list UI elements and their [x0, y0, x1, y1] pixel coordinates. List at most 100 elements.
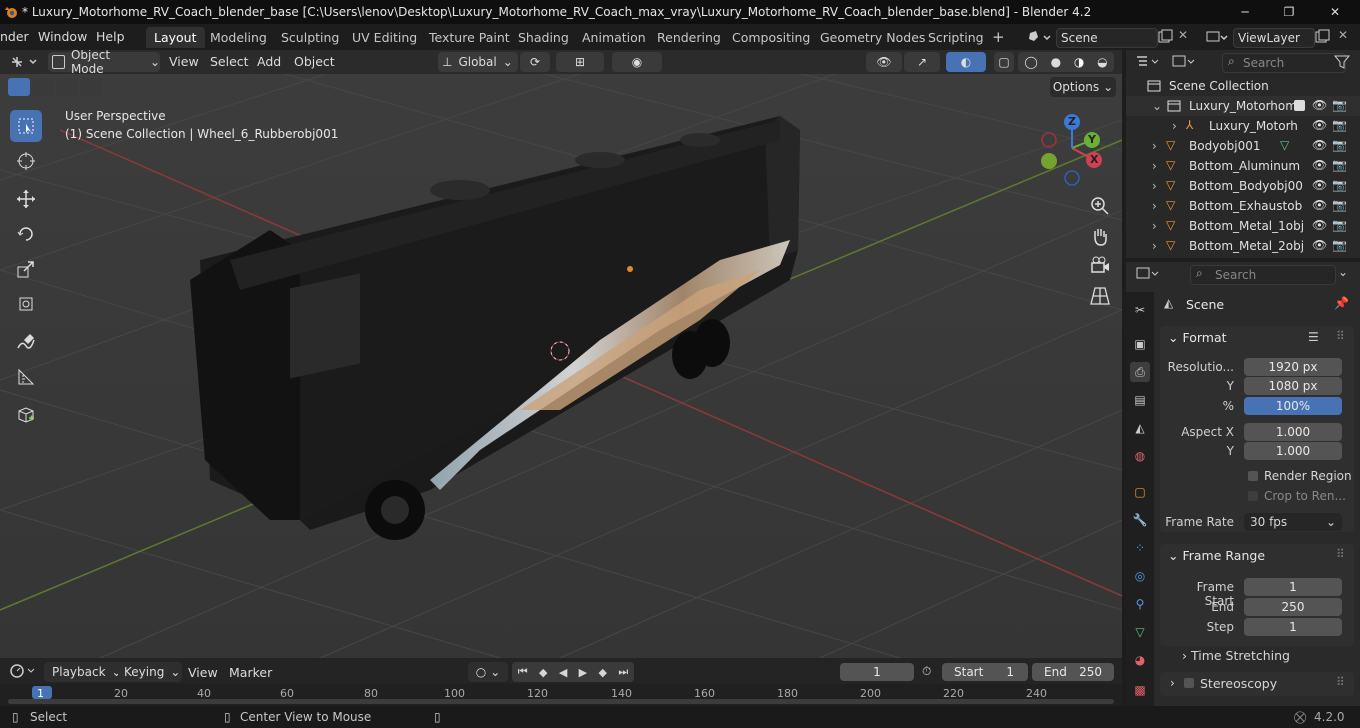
jump-end-icon[interactable]: ⏭ [618, 665, 628, 679]
eye-icon[interactable]: 👁 [1312, 238, 1327, 252]
tab-scripting[interactable]: Scripting [920, 27, 992, 48]
chevron-down-icon[interactable]: ⌄ [1338, 265, 1348, 279]
camera-icon[interactable]: 📷 [1332, 158, 1347, 172]
editor-type-icon[interactable] [8, 53, 44, 71]
eye-icon[interactable]: 👁 [1312, 118, 1327, 132]
keyframe-toggle[interactable]: ○ ⌄ [468, 662, 508, 682]
mode-dropdown[interactable]: Object Mode ⌄ [48, 50, 160, 76]
timeline-ruler[interactable]: 1 20 40 60 80 100 120 140 160 180 200 22… [0, 684, 1122, 706]
camera-icon[interactable]: 📷 [1332, 198, 1347, 212]
eye-icon[interactable]: 👁 [1312, 98, 1327, 112]
add-cube-tool[interactable] [10, 399, 42, 431]
options-dropdown[interactable]: Options ⌄ [1050, 77, 1116, 97]
camera-icon[interactable]: 📷 [1332, 118, 1347, 132]
tab-animation[interactable]: Animation [574, 27, 654, 48]
chevron-right-icon[interactable]: › [1152, 159, 1157, 173]
prev-keyframe-icon[interactable]: ◆ [539, 666, 547, 679]
particles-properties-icon[interactable]: ⁘ [1130, 538, 1150, 558]
outliner-editor-type-icon[interactable] [1134, 53, 1164, 71]
view-layer-browse-icon[interactable] [1203, 27, 1231, 47]
time-stretching-subpanel[interactable]: › Time Stretching [1182, 648, 1290, 663]
chevron-right-icon[interactable]: › [1152, 199, 1157, 213]
jump-start-icon[interactable]: ⏮ [518, 665, 528, 679]
outliner-row-luxury-motorh-empty[interactable]: › ⅄ Luxury_Motorh 👁 📷 [1126, 116, 1360, 136]
texture-properties-icon[interactable]: ▩ [1130, 680, 1150, 700]
current-frame-field[interactable]: 1 [840, 663, 914, 681]
chevron-right-icon[interactable]: › [1152, 239, 1157, 253]
overlays-icon[interactable]: ◐ [946, 52, 986, 72]
render-properties-icon[interactable]: ▣ [1130, 334, 1150, 354]
tab-layout[interactable]: Layout [146, 27, 205, 48]
exclude-checkbox[interactable] [1294, 100, 1305, 111]
material-properties-icon[interactable]: ◕ [1130, 650, 1150, 670]
delete-scene-icon[interactable]: ✕ [1178, 28, 1188, 42]
move-tool[interactable] [10, 183, 42, 215]
tab-compositing[interactable]: Compositing [724, 27, 818, 48]
pin-icon[interactable]: 📌 [1334, 296, 1349, 310]
xray-icon[interactable]: ▢ [994, 52, 1014, 72]
chevron-right-icon[interactable]: › [1172, 119, 1177, 133]
tab-shading[interactable]: Shading [510, 27, 577, 48]
select-box-tool[interactable] [10, 110, 42, 142]
next-keyframe-icon[interactable]: ◆ [599, 666, 607, 679]
frame-range-header[interactable]: ⌄ Frame Range [1168, 545, 1265, 567]
eye-icon[interactable]: 👁 [1312, 158, 1327, 172]
perspective-grid-icon[interactable] [1089, 285, 1111, 307]
object-properties-icon[interactable]: ▢ [1130, 482, 1150, 502]
tab-geometry-nodes[interactable]: Geometry Nodes [812, 27, 933, 48]
display-mode-icon[interactable] [1170, 53, 1200, 71]
menu-add[interactable]: Add [257, 54, 281, 69]
chevron-right-icon[interactable]: › [1152, 219, 1157, 233]
frame-end-field[interactable]: 250 [1244, 598, 1342, 616]
eye-icon[interactable]: 👁 [1312, 218, 1327, 232]
solid-icon[interactable]: ● [1051, 55, 1061, 69]
aspect-y-field[interactable]: 1.000 [1244, 442, 1342, 460]
keying-menu[interactable]: Keying ⌄ [118, 662, 182, 682]
outliner-row-bottom-aluminum[interactable]: › ▽ Bottom_Aluminum 👁 📷 [1126, 156, 1360, 176]
frame-step-field[interactable]: 1 [1244, 618, 1342, 636]
physics-properties-icon[interactable]: ◎ [1130, 566, 1150, 586]
eye-icon[interactable]: 👁 [1312, 138, 1327, 152]
eye-icon[interactable]: 👁 [1312, 178, 1327, 192]
outliner-row-scene-collection[interactable]: Scene Collection [1126, 76, 1360, 96]
select-subtract-icon[interactable] [56, 78, 78, 96]
menu-marker[interactable]: Marker [229, 665, 272, 680]
play-reverse-icon[interactable]: ◀ [559, 666, 567, 679]
gizmo-toggle-icon[interactable]: ↗ [904, 52, 940, 72]
resolution-x-field[interactable]: 1920 px [1244, 358, 1342, 376]
navigation-gizmo[interactable]: X Y Z [1036, 114, 1112, 190]
crop-checkbox[interactable] [1248, 491, 1258, 501]
add-workspace-button[interactable]: + [984, 27, 1013, 48]
3d-viewport[interactable]: Object Mode ⌄ View Select Add Object ⊥ Gl… [0, 50, 1122, 658]
shading-modes[interactable]: ◯ ● ◑ ◒ [1018, 52, 1114, 72]
measure-tool[interactable] [10, 361, 42, 393]
drag-handle-icon[interactable]: ⠿ [1336, 675, 1345, 689]
outliner-search-input[interactable]: Search [1222, 53, 1346, 73]
stopwatch-icon[interactable]: ⏱ [922, 664, 931, 679]
annotate-tool[interactable] [10, 326, 42, 358]
pan-hand-icon[interactable] [1089, 225, 1111, 247]
stereoscopy-checkbox[interactable] [1184, 678, 1194, 688]
playback-menu[interactable]: Playback ⌄ [44, 662, 122, 682]
outliner-row-bottom-exhaust[interactable]: › ▽ Bottom_Exhaustob 👁 📷 [1126, 196, 1360, 216]
drag-handle-icon[interactable]: ⠿ [1336, 329, 1345, 343]
rendered-icon[interactable]: ◒ [1097, 55, 1107, 69]
camera-icon[interactable]: 📷 [1332, 98, 1347, 112]
camera-icon[interactable]: 📷 [1332, 238, 1347, 252]
tool-settings-icon[interactable]: ✂ [1130, 300, 1150, 320]
outliner-row-bodyobj001[interactable]: › ▽ Bodyobj001 ▽ 👁 📷 [1126, 136, 1360, 156]
render-region-checkbox[interactable] [1248, 471, 1258, 481]
scale-tool[interactable] [10, 253, 42, 285]
camera-icon[interactable]: 📷 [1332, 218, 1347, 232]
cursor-tool[interactable] [10, 145, 42, 177]
transform-tool[interactable] [10, 288, 42, 320]
zoom-icon[interactable] [1089, 195, 1111, 217]
outliner-row-bottom-bodyobj[interactable]: › ▽ Bottom_Bodyobj00 👁 📷 [1126, 176, 1360, 196]
camera-view-icon[interactable] [1089, 255, 1111, 277]
world-properties-icon[interactable]: ◍ [1130, 446, 1150, 466]
proportional-edit-icon[interactable]: ◉ [612, 52, 662, 72]
select-extend-icon[interactable] [32, 78, 54, 96]
new-scene-icon[interactable] [1157, 29, 1173, 45]
minimize-button[interactable]: ─ [1222, 0, 1268, 24]
timeline-scrollbar[interactable] [8, 699, 1114, 704]
